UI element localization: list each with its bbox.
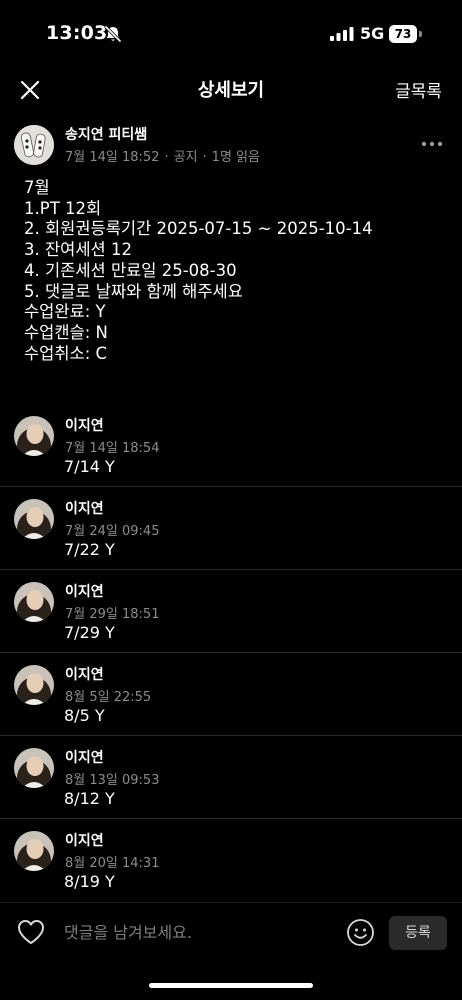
comment-item[interactable]: 이지연 7월 29일 18:51 7/29 Y (0, 570, 462, 653)
commenter-avatar[interactable] (14, 582, 54, 622)
commenter-name[interactable]: 이지연 (65, 415, 104, 435)
commenter-avatar[interactable] (14, 831, 54, 871)
commenter-name[interactable]: 이지연 (65, 498, 104, 518)
comment-item[interactable]: 이지연 7월 14일 18:54 7/14 Y (0, 404, 462, 487)
post-type: 공지 (173, 150, 198, 165)
status-bar: 13:03 5G 73 (0, 0, 462, 68)
post-body-line: 3. 잔여세션 12 (24, 240, 132, 260)
comment-item[interactable]: 이지연 8월 13일 09:53 8/12 Y (0, 736, 462, 819)
post-body-line: 4. 기존세션 만료일 25-08-30 (24, 260, 237, 280)
comment-text: 7/29 Y (64, 623, 115, 642)
battery-tip (419, 31, 422, 37)
comment-input[interactable] (54, 915, 344, 949)
comment-time: 7월 24일 09:45 (65, 524, 160, 539)
commenter-name[interactable]: 이지연 (65, 664, 104, 684)
commenter-name[interactable]: 이지연 (65, 830, 104, 850)
page-title: 상세보기 (197, 80, 265, 101)
post-body-line: 수업캔슬: N (24, 322, 108, 342)
author-avatar-image (14, 125, 54, 165)
post-header: 송지연 피티쌤 7월 14일 18:52 · 공지 · 1명 읽음 (0, 122, 462, 172)
home-indicator[interactable] (149, 983, 313, 988)
post-body-line: 1.PT 12회 (24, 198, 102, 218)
commenter-avatar-image (14, 665, 54, 705)
post-body-line: 2. 회원권등록기간 2025-07-15 ~ 2025-10-14 (24, 219, 373, 239)
comment-time: 8월 5일 22:55 (65, 690, 152, 705)
heart-icon[interactable] (16, 918, 46, 946)
commenter-avatar-image (14, 831, 54, 871)
commenter-name[interactable]: 이지연 (65, 581, 104, 601)
signal-icon (330, 27, 354, 41)
author-avatar[interactable] (14, 125, 54, 165)
comment-list: 이지연 7월 14일 18:54 7/14 Y 이지연 7월 24일 09:45… (0, 404, 462, 902)
author-name[interactable]: 송지연 피티쌤 (65, 124, 147, 144)
post-date: 7월 14일 18:52 (65, 150, 160, 165)
commenter-avatar-image (14, 499, 54, 539)
meta-separator: · (164, 150, 169, 165)
commenter-avatar[interactable] (14, 499, 54, 539)
commenter-avatar-image (14, 582, 54, 622)
meta-separator: · (202, 150, 207, 165)
comment-time: 7월 29일 18:51 (65, 607, 160, 622)
comment-time: 7월 14일 18:54 (65, 441, 160, 456)
submit-comment-button[interactable]: 등록 (389, 916, 447, 950)
commenter-avatar[interactable] (14, 416, 54, 456)
post-meta: 7월 14일 18:52 · 공지 · 1명 읽음 (65, 146, 260, 165)
comment-text: 8/12 Y (64, 789, 115, 808)
post-body-line: 5. 댓글로 날짜와 함께 해주세요 (24, 281, 243, 301)
comment-text: 8/5 Y (64, 706, 105, 725)
comment-time: 8월 20일 14:31 (65, 856, 160, 871)
top-bar: 상세보기 글목록 (0, 68, 462, 112)
battery-level: 73 (389, 25, 417, 43)
commenter-name[interactable]: 이지연 (65, 747, 104, 767)
bell-slash-icon (104, 25, 122, 43)
battery-icon: 73 (389, 25, 422, 43)
post-list-link[interactable]: 글목록 (395, 77, 442, 102)
network-type: 5G (360, 24, 385, 43)
more-icon[interactable] (420, 136, 444, 152)
read-count[interactable]: 1명 읽음 (212, 150, 260, 165)
post-body-line: 7월 (24, 178, 50, 197)
comment-text: 7/22 Y (64, 540, 115, 559)
commenter-avatar-image (14, 748, 54, 788)
post-body: 7월 1.PT 12회 2. 회원권등록기간 2025-07-15 ~ 2025… (24, 178, 444, 364)
comment-item[interactable]: 이지연 7월 24일 09:45 7/22 Y (0, 487, 462, 570)
comment-composer: 등록 (0, 902, 462, 965)
commenter-avatar-image (14, 416, 54, 456)
comment-text: 8/19 Y (64, 872, 115, 891)
comment-text: 7/14 Y (64, 457, 115, 476)
comment-item[interactable]: 이지연 8월 20일 14:31 8/19 Y (0, 819, 462, 902)
post-body-line: 수업완료: Y (24, 302, 106, 322)
commenter-avatar[interactable] (14, 748, 54, 788)
commenter-avatar[interactable] (14, 665, 54, 705)
comment-item[interactable]: 이지연 8월 5일 22:55 8/5 Y (0, 653, 462, 736)
emoji-icon[interactable] (346, 918, 375, 947)
post-body-line: 수업취소: C (24, 343, 108, 363)
comment-time: 8월 13일 09:53 (65, 773, 160, 788)
status-time: 13:03 (46, 22, 108, 44)
